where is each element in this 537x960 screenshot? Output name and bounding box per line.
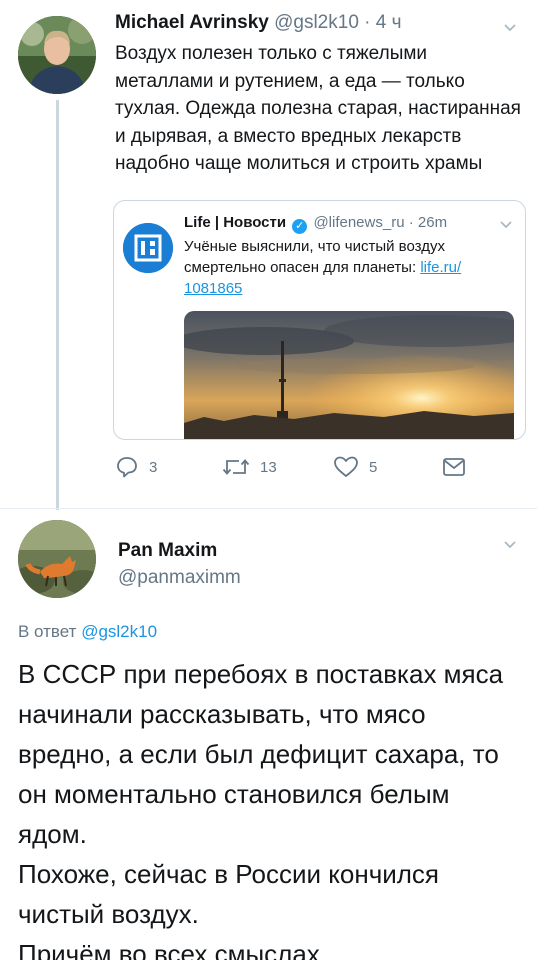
direct-message-button[interactable] [441, 453, 467, 481]
direct-message-icon [443, 458, 465, 476]
author-handle[interactable]: @gsl2k10 [274, 12, 359, 33]
quoted-tweet-image[interactable] [184, 311, 514, 439]
like-button[interactable]: 5 [333, 453, 377, 481]
chevron-down-icon[interactable] [503, 537, 517, 551]
quoted-author-name[interactable]: Life | Новости [184, 214, 286, 231]
tweet-michael-avrinsky[interactable]: Michael Avrinsky @gsl2k10 · 4 ч Воздух п… [0, 0, 537, 510]
like-icon [334, 456, 358, 477]
chevron-down-icon[interactable] [499, 217, 513, 231]
chevron-down-icon[interactable] [503, 20, 517, 34]
tweet-text-line: Причём во всех смыслах. [18, 939, 328, 960]
quoted-author-handle[interactable]: @lifenews_ru [313, 214, 404, 231]
quoted-text-body: Учёные выяснили, что чистый воздух смерт… [184, 238, 445, 276]
quoted-tweet-text: Учёные выяснили, что чистый воздух смерт… [184, 236, 514, 299]
reply-button[interactable]: 3 [115, 453, 157, 481]
tweet-text: Воздух полезен только с тяжелыми металла… [115, 43, 521, 175]
retweet-icon [222, 459, 250, 475]
avatar-pan-maxim[interactable] [18, 520, 96, 598]
author-name[interactable]: Michael Avrinsky [115, 12, 269, 33]
tweet-text: В СССР при перебоях в поставках мяса нач… [18, 654, 523, 960]
quoted-separator: · [408, 214, 414, 231]
tweet-divider [0, 508, 537, 509]
tweet-header: Michael Avrinsky @gsl2k10 · 4 ч [115, 12, 402, 34]
verified-icon: ✓ [292, 219, 308, 234]
like-count: 5 [369, 458, 378, 476]
reply-icon [117, 457, 137, 478]
tweet-text-line: Похоже, сейчас в России кончился чистый … [18, 859, 440, 929]
reply-count: 3 [149, 458, 158, 476]
author-handle[interactable]: @panmaximm [118, 567, 241, 589]
quoted-tweet-header: Life | Новости ✓ @lifenews_ru · 26m [184, 213, 447, 234]
header-separator: · [364, 12, 371, 33]
tweet-time[interactable]: 4 ч [376, 12, 402, 33]
avatar-michael-avrinsky[interactable] [18, 16, 96, 94]
tweet-text-line: В СССР при перебоях в поставках мяса нач… [18, 659, 504, 849]
reply-context: В ответ @gsl2k10 [18, 622, 157, 642]
author-name[interactable]: Pan Maxim [118, 540, 217, 562]
reply-mention-link[interactable]: @gsl2k10 [81, 622, 157, 641]
reply-prefix: В ответ [18, 622, 77, 641]
retweet-button[interactable]: 13 [222, 453, 277, 481]
life-logo [123, 223, 173, 273]
quoted-tweet-card[interactable]: Life | Новости ✓ @lifenews_ru · 26m Учён… [113, 200, 526, 440]
tweet-actions: 3 13 5 [0, 453, 537, 483]
thread-line [56, 100, 59, 510]
retweet-count: 13 [260, 458, 277, 476]
quoted-tweet-time[interactable]: 26m [418, 214, 447, 231]
